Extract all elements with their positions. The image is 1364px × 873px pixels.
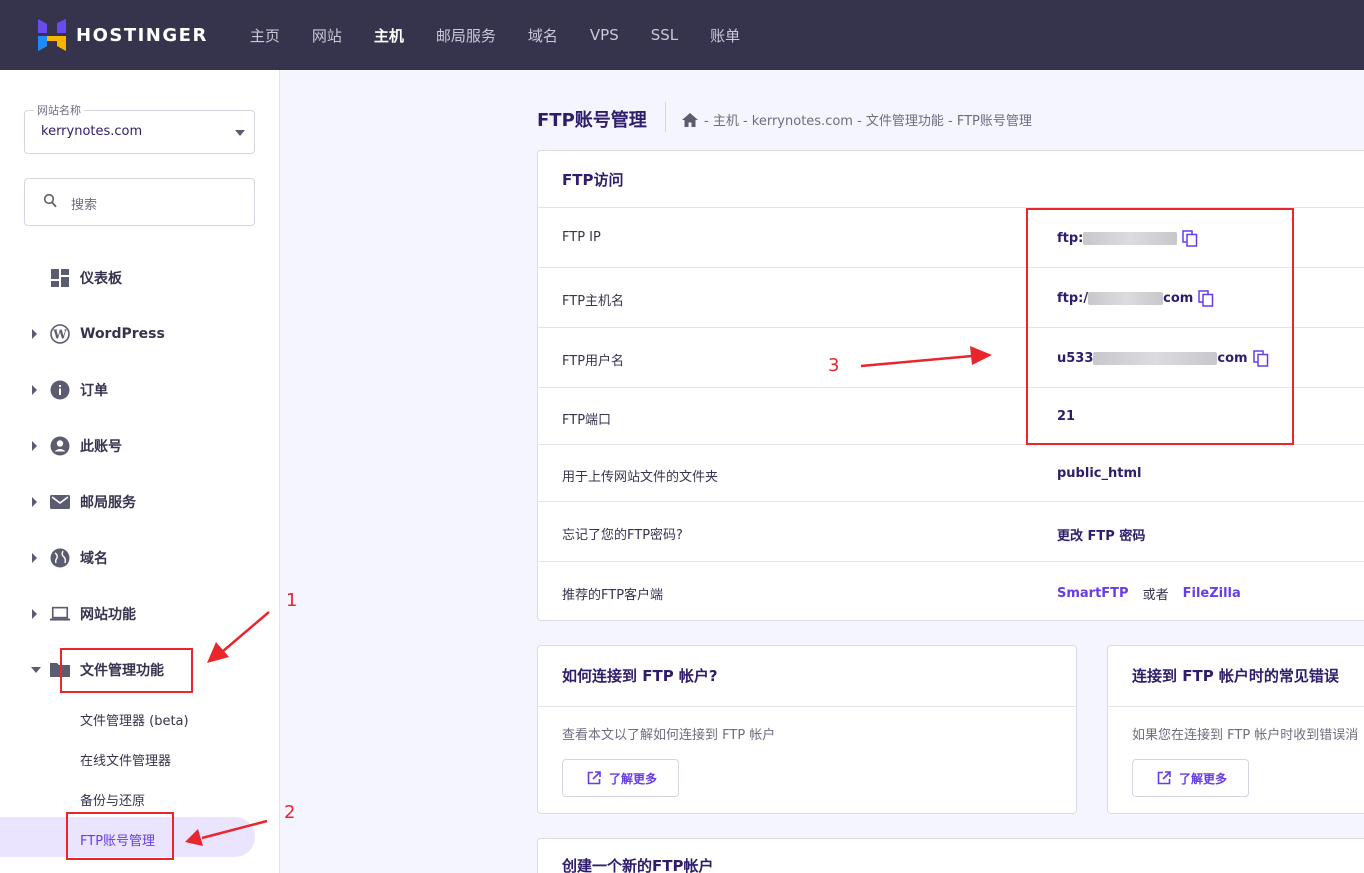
- nav-ssl[interactable]: SSL: [651, 26, 678, 44]
- sidebar-item-label: 仪表板: [80, 271, 122, 287]
- learn-more-label: 了解更多: [609, 771, 658, 786]
- sidebar-item-label: 网站功能: [80, 607, 136, 623]
- learn-more-label: 了解更多: [1179, 771, 1228, 786]
- hostinger-logo[interactable]: HOSTINGER: [38, 19, 208, 51]
- top-navigation-bar: HOSTINGER 主页 网站 主机 邮局服务 域名 VPS SSL 账单: [0, 0, 1364, 70]
- page-title: FTP账号管理: [537, 110, 647, 131]
- info-card-text: 查看本文以了解如何连接到 FTP 帐户: [562, 728, 776, 743]
- search-placeholder: 搜索: [71, 198, 98, 213]
- sidebar-item-label: WordPress: [80, 326, 165, 342]
- learn-more-button[interactable]: 了解更多: [1132, 759, 1249, 797]
- sidebar-item-label: 此账号: [80, 439, 122, 455]
- divider: [1108, 706, 1364, 707]
- search-icon: [43, 193, 57, 208]
- ftp-row-folder: 用于上传网站文件的文件夹 public_html: [538, 445, 1364, 502]
- ftp-folder-value: public_html: [1057, 466, 1142, 481]
- sidebar-item-label: 订单: [80, 383, 108, 399]
- ftp-row-key: 推荐的FTP客户端: [562, 588, 664, 603]
- annotation-box-ftp-details: [1026, 208, 1294, 445]
- ftp-row-key: FTP用户名: [562, 354, 625, 369]
- info-card-title: 连接到 FTP 帐户时的常见错误: [1132, 667, 1339, 685]
- wordpress-icon: W: [50, 324, 70, 344]
- sidebar-item-dashboard[interactable]: 仪表板: [0, 258, 279, 298]
- website-select-legend: 网站名称: [34, 102, 84, 118]
- breadcrumb-path[interactable]: - 主机 - kerrynotes.com - 文件管理功能 - FTP账号管理: [704, 110, 1032, 129]
- external-link-icon: [587, 771, 601, 785]
- annotation-box-ftp-accounts: [66, 812, 174, 860]
- laptop-icon: [50, 606, 70, 621]
- sidebar-sub-backup-restore[interactable]: 备份与还原: [80, 790, 145, 809]
- chevron-right-icon: [32, 497, 37, 507]
- breadcrumb: - 主机 - kerrynotes.com - 文件管理功能 - FTP账号管理: [682, 110, 1032, 129]
- chevron-down-icon: [31, 667, 41, 673]
- how-to-connect-card: 如何连接到 FTP 帐户? 查看本文以了解如何连接到 FTP 帐户 了解更多: [537, 645, 1077, 814]
- nav-email[interactable]: 邮局服务: [436, 25, 496, 46]
- annotation-number-3: 3: [828, 355, 840, 376]
- mail-icon: [50, 495, 70, 509]
- nav-billing[interactable]: 账单: [710, 25, 740, 46]
- website-select-value: kerrynotes.com: [41, 124, 143, 139]
- dashboard-icon: [51, 269, 69, 287]
- globe-icon: [50, 548, 70, 568]
- hostinger-logo-icon: [38, 19, 66, 51]
- sidebar-item-label: 邮局服务: [80, 495, 136, 511]
- change-ftp-password-link[interactable]: 更改 FTP 密码: [1057, 525, 1145, 544]
- chevron-right-icon: [32, 385, 37, 395]
- annotation-number-2: 2: [284, 802, 296, 823]
- nav-websites[interactable]: 网站: [312, 25, 342, 46]
- nav-vps[interactable]: VPS: [590, 26, 619, 44]
- create-ftp-account-card: 创建一个新的FTP帐户: [537, 838, 1364, 873]
- filezilla-link[interactable]: FileZilla: [1183, 586, 1241, 601]
- sidebar-item-domains[interactable]: 域名: [0, 538, 279, 578]
- title-divider: [665, 102, 666, 132]
- info-icon: [50, 380, 70, 400]
- chevron-right-icon: [32, 441, 37, 451]
- info-card-text: 如果您在连接到 FTP 帐户时收到错误消: [1132, 728, 1359, 743]
- ftp-clients-value: SmartFTP 或者 FileZilla: [1057, 584, 1241, 603]
- or-text: 或者: [1142, 588, 1169, 603]
- ftp-row-key: FTP端口: [562, 413, 612, 428]
- sidebar-item-mail[interactable]: 邮局服务: [0, 482, 279, 522]
- annotation-box-file-management: [60, 648, 193, 693]
- common-errors-card: 连接到 FTP 帐户时的常见错误 如果您在连接到 FTP 帐户时收到错误消 了解…: [1107, 645, 1364, 814]
- info-card-title: 创建一个新的FTP帐户: [562, 857, 714, 873]
- annotation-number-1: 1: [286, 590, 298, 611]
- ftp-row-key: FTP IP: [562, 230, 601, 245]
- home-icon[interactable]: [682, 112, 698, 127]
- ftp-row-key: 用于上传网站文件的文件夹: [562, 470, 719, 485]
- nav-hosting[interactable]: 主机: [374, 25, 404, 46]
- ftp-row-password: 忘记了您的FTP密码? 更改 FTP 密码: [538, 502, 1364, 562]
- learn-more-button[interactable]: 了解更多: [562, 759, 679, 797]
- nav-home[interactable]: 主页: [250, 25, 280, 46]
- divider: [538, 706, 1076, 707]
- info-card-title: 如何连接到 FTP 帐户?: [562, 667, 718, 685]
- sidebar: 网站名称 kerrynotes.com 搜索 仪表板 W WordPress 订…: [0, 70, 280, 873]
- search-input[interactable]: 搜索: [24, 178, 255, 226]
- account-icon: [50, 436, 70, 456]
- sidebar-sub-online-file-manager[interactable]: 在线文件管理器: [80, 750, 171, 769]
- chevron-right-icon: [32, 329, 37, 339]
- chevron-down-icon: [235, 130, 245, 136]
- sidebar-item-wordpress[interactable]: W WordPress: [0, 314, 279, 354]
- brand-name: HOSTINGER: [76, 24, 208, 46]
- nav-domains[interactable]: 域名: [528, 25, 558, 46]
- ftp-row-key: FTP主机名: [562, 294, 625, 309]
- ftp-row-clients: 推荐的FTP客户端 SmartFTP 或者 FileZilla: [538, 562, 1364, 622]
- sidebar-sub-file-manager-beta[interactable]: 文件管理器 (beta): [80, 710, 189, 729]
- sidebar-item-account[interactable]: 此账号: [0, 426, 279, 466]
- svg-text:W: W: [52, 328, 67, 342]
- ftp-row-key: 忘记了您的FTP密码?: [562, 528, 683, 543]
- website-select[interactable]: 网站名称 kerrynotes.com: [24, 102, 255, 154]
- external-link-icon: [1157, 771, 1171, 785]
- chevron-right-icon: [32, 553, 37, 563]
- smartftp-link[interactable]: SmartFTP: [1057, 586, 1129, 601]
- sidebar-item-orders[interactable]: 订单: [0, 370, 279, 410]
- ftp-access-card-title: FTP访问: [538, 151, 1364, 208]
- sidebar-item-label: 域名: [80, 551, 108, 567]
- sidebar-item-website-features[interactable]: 网站功能: [0, 594, 279, 634]
- chevron-right-icon: [32, 609, 37, 619]
